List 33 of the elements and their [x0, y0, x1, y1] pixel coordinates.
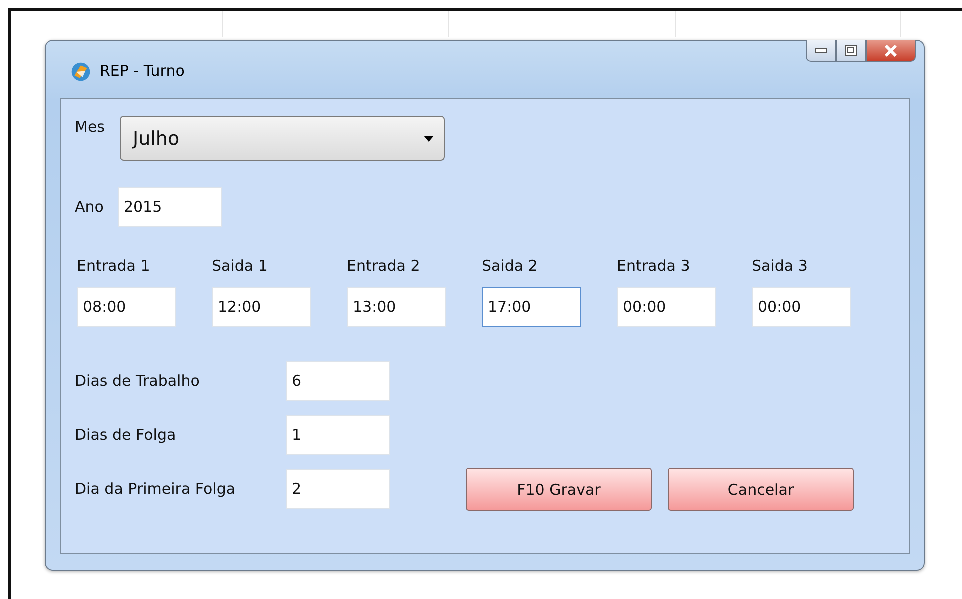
time-label: Saida 1 [212, 257, 269, 275]
time-label: Saida 2 [482, 257, 539, 275]
close-icon [884, 44, 898, 56]
month-label: Mes [75, 118, 105, 136]
number-field[interactable]: 1 [286, 415, 390, 455]
year-field[interactable]: 2015 [118, 187, 222, 227]
close-button[interactable] [866, 40, 916, 62]
cancel-button[interactable]: Cancelar [668, 468, 854, 511]
number-field[interactable]: 6 [286, 361, 390, 401]
time-field[interactable]: 08:00 [77, 287, 176, 327]
time-field[interactable]: 00:00 [617, 287, 716, 327]
app-logo-icon [70, 61, 92, 83]
minimize-button[interactable] [806, 40, 836, 62]
year-label: Ano [75, 198, 104, 216]
minimize-icon [815, 48, 827, 54]
window-title: REP - Turno [100, 62, 185, 80]
dropdown-caret-icon [424, 136, 434, 142]
month-dropdown[interactable]: Julho [120, 116, 445, 161]
time-label: Saida 3 [752, 257, 809, 275]
save-button[interactable]: F10 Gravar [466, 468, 652, 511]
time-label: Entrada 1 [77, 257, 152, 275]
field-label: Dias de Trabalho [75, 372, 201, 390]
time-field[interactable]: 13:00 [347, 287, 446, 327]
time-field[interactable]: 17:00 [482, 287, 581, 327]
time-label: Entrada 2 [347, 257, 422, 275]
field-label: Dia da Primeira Folga [75, 480, 237, 498]
maximize-icon [845, 45, 857, 56]
field-label: Dias de Folga [75, 426, 178, 444]
time-field[interactable]: 00:00 [752, 287, 851, 327]
maximize-button[interactable] [836, 40, 866, 62]
number-field[interactable]: 2 [286, 469, 390, 509]
time-label: Entrada 3 [617, 257, 692, 275]
time-field[interactable]: 12:00 [212, 287, 311, 327]
